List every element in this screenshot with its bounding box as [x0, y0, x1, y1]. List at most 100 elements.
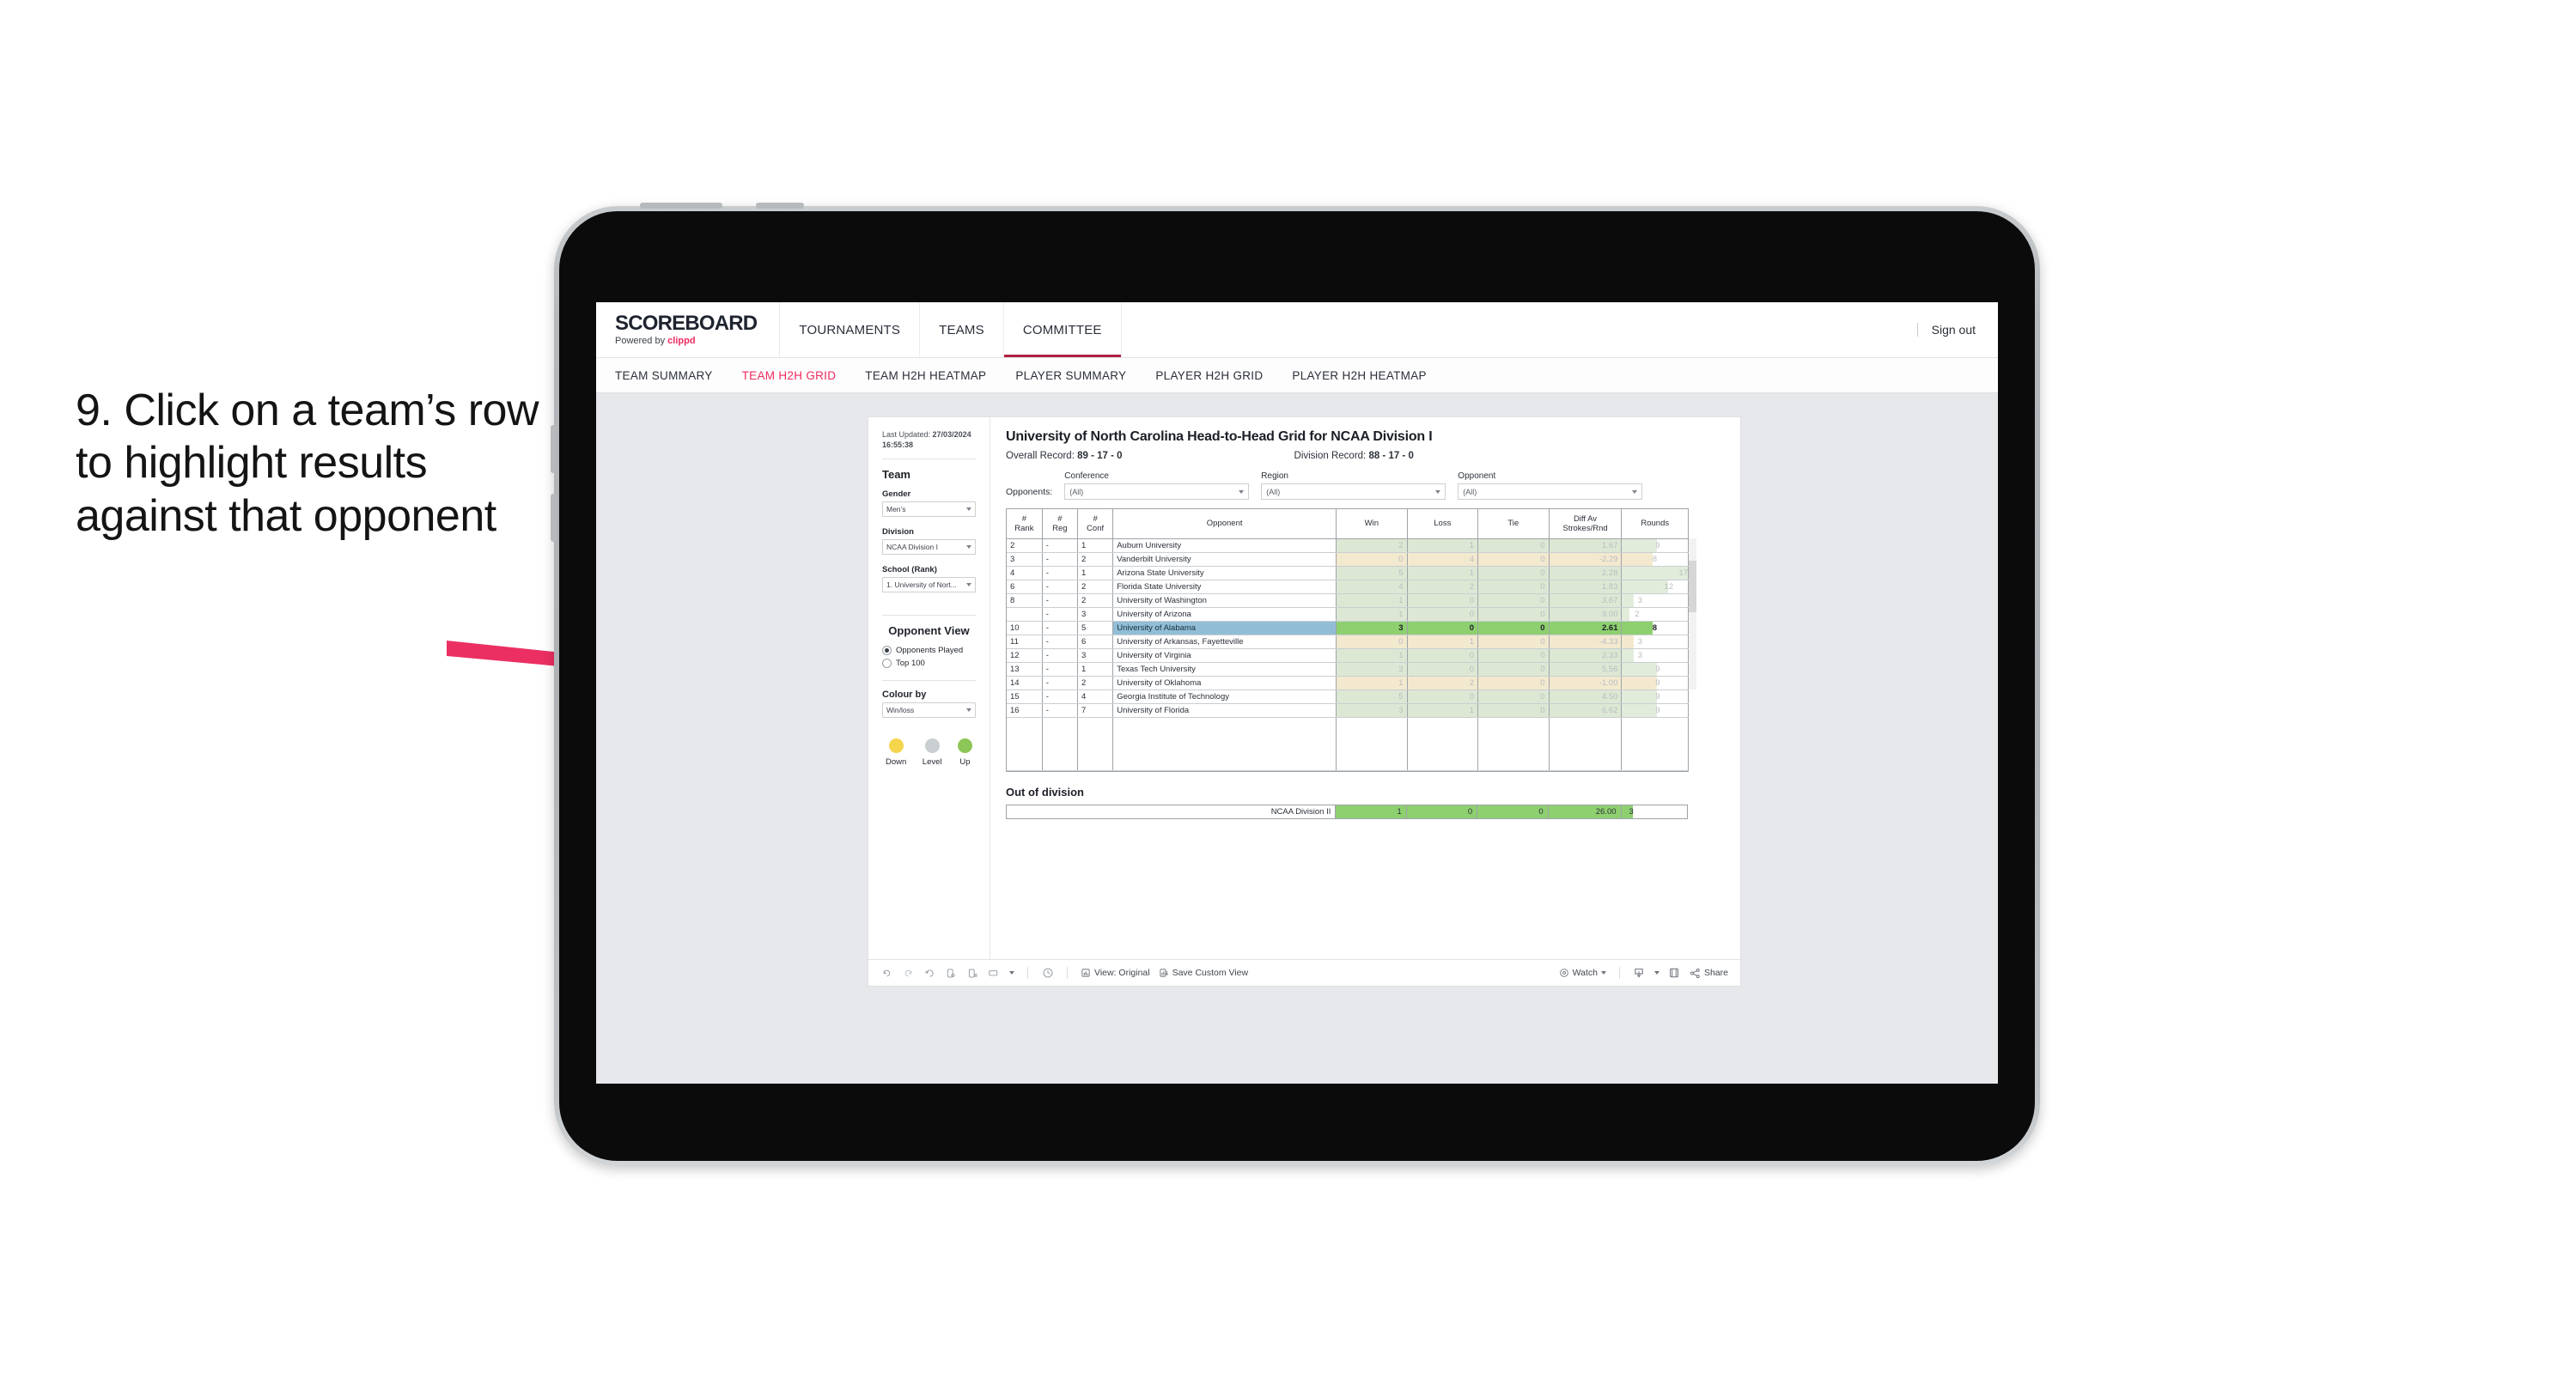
rounds-value: 9	[1655, 677, 1660, 688]
table-row[interactable]: 13-1 Texas Tech University 3 0 0 5.56 9	[1007, 662, 1689, 677]
rounds-value: 9	[1655, 540, 1660, 550]
empty-cell	[1407, 717, 1479, 771]
table-empty-space	[1007, 717, 1689, 771]
cell-diff: -4.33	[1549, 635, 1623, 649]
tab-player-h2h-grid[interactable]: PLAYER H2H GRID	[1155, 369, 1263, 382]
nav-item-tournaments[interactable]: TOURNAMENTS	[780, 302, 921, 357]
history-icon[interactable]	[1041, 967, 1054, 980]
cell-reg: -	[1042, 607, 1078, 622]
refresh-data-icon[interactable]	[945, 967, 958, 980]
col-diff-av-strokes[interactable]: Diff Av Strokes/Rnd	[1549, 509, 1623, 539]
region-label: Region	[1261, 471, 1288, 481]
col-loss[interactable]: Loss	[1407, 509, 1479, 539]
redo-icon[interactable]	[902, 967, 915, 980]
colour-legend: Down Level Up	[882, 738, 976, 767]
cell-rank: 2	[1007, 538, 1043, 553]
table-row[interactable]: 4-1 Arizona State University 5 1 0 2.28 17	[1007, 566, 1689, 580]
rounds-value: 12	[1664, 581, 1673, 592]
school-rank-label: School (Rank)	[882, 565, 937, 575]
chevron-down-icon[interactable]	[1009, 971, 1014, 975]
undo-icon[interactable]	[880, 967, 893, 980]
chevron-down-icon	[1632, 489, 1638, 494]
cell-reg: -	[1042, 648, 1078, 663]
nav-item-committee[interactable]: COMMITTEE	[1004, 302, 1122, 357]
region-select[interactable]: (All)	[1261, 483, 1446, 500]
table-row[interactable]: 6-2 Florida State University 4 2 0 1.83 12	[1007, 580, 1689, 594]
gender-select[interactable]: Men’s	[882, 501, 976, 518]
cell-loss: 1	[1407, 538, 1479, 553]
col-opponent[interactable]: Opponent	[1112, 509, 1337, 539]
fullscreen-icon[interactable]	[1668, 967, 1681, 980]
legend-dot-level	[924, 738, 940, 754]
col-rounds[interactable]: Rounds	[1621, 509, 1689, 539]
table-row[interactable]: 11-6 University of Arkansas, Fayetteville…	[1007, 635, 1689, 649]
view-original-button[interactable]: View: Original	[1081, 968, 1150, 978]
col-rank[interactable]: # Rank	[1007, 509, 1043, 539]
cell-win: 5	[1336, 566, 1408, 580]
tab-team-h2h-heatmap[interactable]: TEAM H2H HEATMAP	[865, 369, 986, 382]
col-win[interactable]: Win	[1336, 509, 1408, 539]
radio-opponents-played[interactable]: Opponents Played	[882, 646, 976, 656]
division-label: Division	[882, 527, 914, 538]
col-reg[interactable]: # Reg	[1042, 509, 1078, 539]
division-select[interactable]: NCAA Division I	[882, 539, 976, 556]
legend-label-down: Down	[886, 757, 907, 768]
legend-label-level: Level	[922, 757, 942, 768]
legend-item-down: Down	[886, 738, 906, 767]
tablet-side-button-upper	[551, 425, 557, 473]
share-button[interactable]: Share	[1690, 968, 1728, 979]
share-icon	[1690, 968, 1700, 978]
table-row[interactable]: 8-2 University of Washington 1 0 0 3.67 3	[1007, 593, 1689, 608]
table-row[interactable]: 16-7 University of Florida 3 1 0 6.62 9	[1007, 703, 1689, 718]
empty-cell	[1077, 717, 1114, 771]
table-row[interactable]: 12-3 University of Virginia 1 0 0 2.33 3	[1007, 648, 1689, 663]
out-of-division-row[interactable]: NCAA Division II 1 0 0 26.00 3	[1005, 804, 1689, 819]
school-rank-select[interactable]: 1. University of Nort...	[882, 577, 976, 593]
table-row[interactable]: -3 University of Arizona 1 0 0 9.00 2	[1007, 607, 1689, 622]
col-tie[interactable]: Tie	[1477, 509, 1550, 539]
cell-opponent: Texas Tech University	[1112, 662, 1337, 677]
empty-cell	[1007, 717, 1043, 771]
cell-opponent: University of Alabama	[1112, 621, 1337, 635]
table-row[interactable]: 14-2 University of Oklahoma 1 2 0 -1.00 9	[1007, 676, 1689, 690]
chevron-down-icon	[966, 708, 971, 713]
watch-button[interactable]: Watch	[1559, 968, 1606, 978]
download-icon[interactable]	[1633, 967, 1646, 980]
cell-diff: 9.00	[1549, 607, 1623, 622]
table-row[interactable]: 15-4 Georgia Institute of Technology 5 0 0 4.…	[1007, 689, 1689, 704]
cell-rounds: 3	[1621, 635, 1689, 649]
table-row[interactable]: 2-1 Auburn University 2 1 0 1.67 9	[1007, 538, 1689, 553]
table-vertical-scrollbar[interactable]	[1689, 538, 1696, 689]
scrollbar-thumb[interactable]	[1689, 561, 1696, 612]
table-row[interactable]: 3-2 Vanderbilt University 0 4 0 -2.29 8	[1007, 552, 1689, 567]
tab-player-h2h-heatmap[interactable]: PLAYER H2H HEATMAP	[1292, 369, 1426, 382]
tab-player-summary[interactable]: PLAYER SUMMARY	[1015, 369, 1126, 382]
signout-link[interactable]: Sign out	[1932, 323, 1976, 337]
revert-icon[interactable]	[923, 967, 936, 980]
radio-top-100[interactable]: Top 100	[882, 659, 976, 669]
table-row[interactable]: 10-5 University of Alabama 3 0 0 2.61 8	[1007, 621, 1689, 635]
cell-conf: 1	[1077, 662, 1114, 677]
tab-team-summary[interactable]: TEAM SUMMARY	[615, 369, 713, 382]
col-conf[interactable]: # Conf	[1077, 509, 1114, 539]
chevron-down-icon[interactable]	[1600, 971, 1606, 975]
tab-team-h2h-grid[interactable]: TEAM H2H GRID	[742, 369, 837, 382]
save-custom-view-button[interactable]: Save Custom View	[1159, 968, 1248, 978]
cell-win: 5	[1336, 689, 1408, 704]
opponent-view-heading: Opponent View	[888, 624, 970, 638]
tableau-viz-container: Last Updated: 27/03/2024 16:55:38 Team G…	[868, 417, 1740, 986]
colour-by-select[interactable]: Win/loss	[882, 702, 976, 719]
chevron-down-icon[interactable]	[1653, 971, 1659, 975]
conference-select[interactable]: (All)	[1064, 483, 1250, 500]
cell-diff: 2.33	[1549, 648, 1623, 663]
device-preview-icon[interactable]	[988, 967, 1001, 980]
rounds-bar	[1622, 635, 1634, 647]
out-of-division-heading: Out of division	[1006, 785, 1084, 799]
cell-win: 3	[1336, 662, 1408, 677]
instruction-annotation: 9. Click on a team’s row to highlight re…	[76, 386, 539, 541]
opponent-select[interactable]: (All)	[1458, 483, 1643, 500]
cell-rounds: 8	[1621, 621, 1689, 635]
pause-auto-updates-icon[interactable]	[966, 967, 979, 980]
save-view-icon	[1160, 969, 1168, 977]
nav-item-teams[interactable]: TEAMS	[920, 302, 1004, 357]
